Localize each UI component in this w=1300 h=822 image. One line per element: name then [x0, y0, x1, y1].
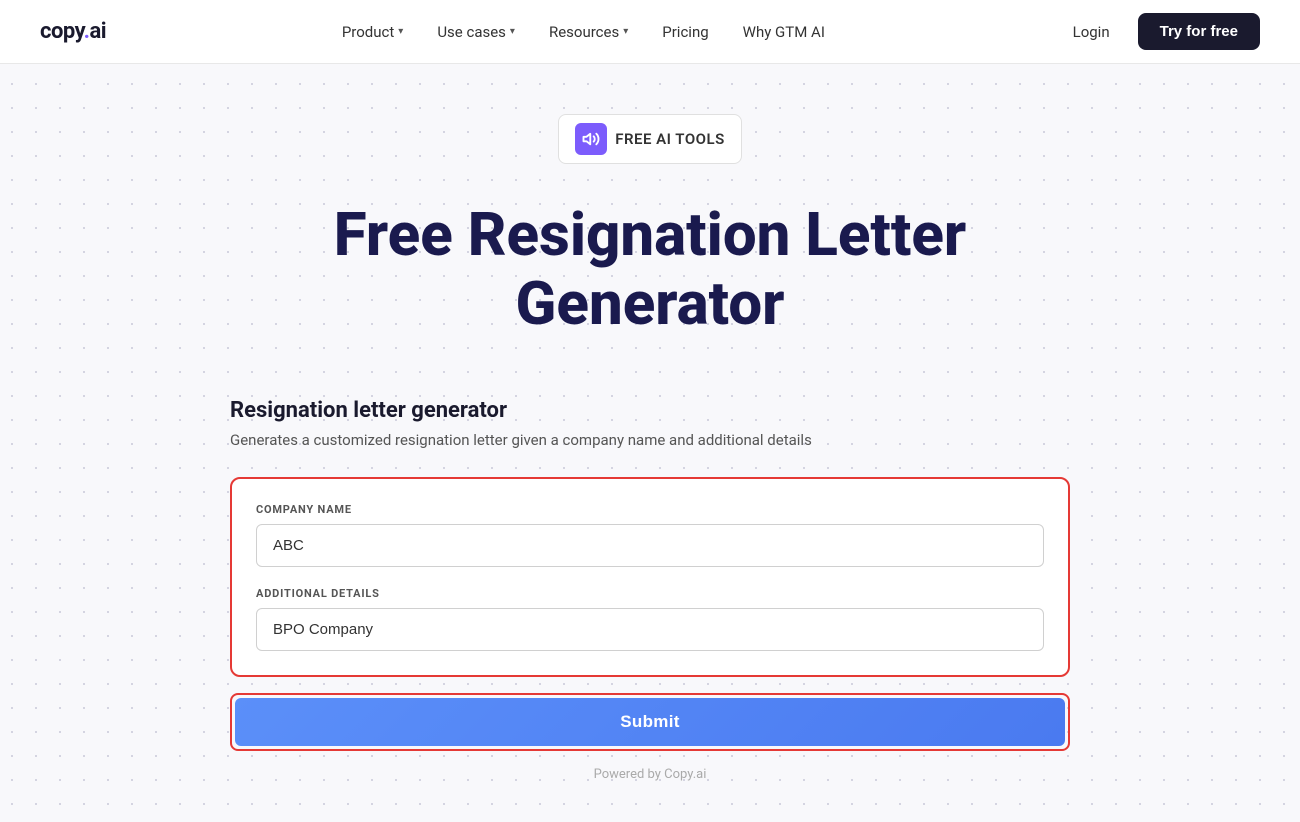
- nav-item-why-gtm-label: Why GTM AI: [743, 23, 825, 41]
- chevron-down-icon: ▾: [398, 26, 403, 37]
- hero-heading-line1: Free Resignation Letter: [334, 199, 967, 270]
- hero-heading-line2: Generator: [516, 268, 785, 339]
- form-card: COMPANY NAME ADDITIONAL DETAILS: [230, 477, 1070, 677]
- hero-heading: Free Resignation Letter Generator: [334, 200, 967, 338]
- powered-by: Powered by Copy.ai: [230, 767, 1070, 782]
- nav-item-usecases[interactable]: Use cases ▾: [423, 15, 529, 49]
- nav-item-why-gtm[interactable]: Why GTM AI: [729, 15, 839, 49]
- badge-label: FREE AI TOOLS: [615, 130, 725, 148]
- nav-item-pricing-label: Pricing: [662, 23, 708, 41]
- logo[interactable]: copy.ai: [40, 19, 106, 44]
- chevron-down-icon: ▾: [623, 26, 628, 37]
- try-for-free-button[interactable]: Try for free: [1138, 13, 1260, 50]
- nav-item-pricing[interactable]: Pricing: [648, 15, 722, 49]
- form-section-description: Generates a customized resignation lette…: [230, 431, 1070, 449]
- free-ai-tools-badge[interactable]: FREE AI TOOLS: [558, 114, 742, 164]
- navbar: copy.ai Product ▾ Use cases ▾ Resources …: [0, 0, 1300, 64]
- form-section: Resignation letter generator Generates a…: [230, 398, 1070, 782]
- nav-item-product-label: Product: [342, 23, 394, 41]
- form-section-title: Resignation letter generator: [230, 398, 1070, 423]
- navbar-actions: Login Try for free: [1061, 13, 1260, 50]
- nav-item-product[interactable]: Product ▾: [328, 15, 417, 49]
- nav-item-resources-label: Resources: [549, 23, 619, 41]
- additional-details-label: ADDITIONAL DETAILS: [256, 587, 1044, 600]
- submit-button[interactable]: Submit: [235, 698, 1065, 746]
- logo-dot: .: [84, 19, 90, 44]
- submit-button-wrapper: Submit: [230, 693, 1070, 751]
- nav-item-usecases-label: Use cases: [437, 23, 506, 41]
- login-button[interactable]: Login: [1061, 15, 1122, 49]
- additional-details-input[interactable]: [256, 608, 1044, 651]
- main-content: FREE AI TOOLS Free Resignation Letter Ge…: [0, 64, 1300, 822]
- megaphone-icon: [575, 123, 607, 155]
- company-name-input[interactable]: [256, 524, 1044, 567]
- chevron-down-icon: ▾: [510, 26, 515, 37]
- nav-menu: Product ▾ Use cases ▾ Resources ▾ Pricin…: [106, 15, 1060, 49]
- nav-item-resources[interactable]: Resources ▾: [535, 15, 642, 49]
- company-name-label: COMPANY NAME: [256, 503, 1044, 516]
